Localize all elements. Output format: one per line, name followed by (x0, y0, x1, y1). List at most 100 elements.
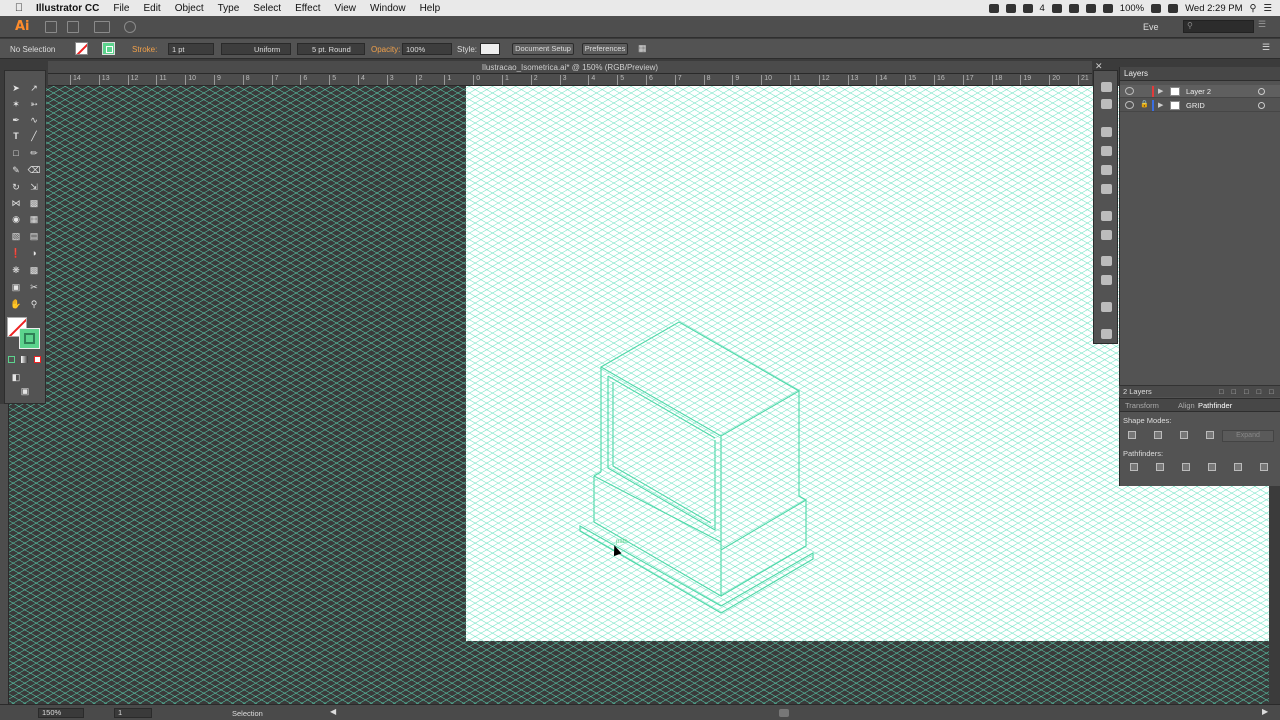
workspace-user[interactable]: Eve (1143, 22, 1159, 32)
selection-tool-icon[interactable]: ➤ (8, 81, 24, 95)
wifi-icon[interactable] (1102, 3, 1113, 13)
horizontal-ruler[interactable]: 14 13 12 11 10 9 8 7 6 5 4 3 2 1 0 1 2 3 4 5 6 7 8 9 10 11 12 13 14 1… (48, 74, 1092, 86)
tab-pathfinder[interactable]: Pathfinder (1198, 401, 1232, 410)
merge-icon[interactable] (1182, 463, 1190, 471)
bridge-icon[interactable] (45, 21, 57, 33)
artboards-icon[interactable] (1101, 302, 1112, 312)
vertical-ruler[interactable] (0, 404, 9, 704)
scale-tool-icon[interactable]: ⇲ (26, 180, 42, 194)
variable-width-profile[interactable]: Uniform (221, 43, 291, 55)
horizontal-scrollbar[interactable] (779, 709, 789, 717)
direct-selection-tool-icon[interactable]: ↗ (26, 81, 42, 95)
stroke-swatch[interactable] (102, 42, 115, 55)
layer-name[interactable]: Layer 2 (1186, 85, 1211, 98)
lasso-tool-icon[interactable]: ➳ (26, 97, 42, 111)
layer-name[interactable]: GRID (1186, 99, 1205, 112)
minus-front-icon[interactable] (1154, 431, 1162, 439)
crop-icon[interactable] (1208, 463, 1216, 471)
screen-mode-icon[interactable]: ▣ (17, 384, 33, 398)
artboard-tool-icon[interactable]: ▣ (8, 280, 24, 294)
stroke-weight-field[interactable]: 1 pt (168, 43, 214, 55)
gradient-panel-icon[interactable] (1101, 165, 1112, 175)
lock-icon[interactable]: 🔒 (1140, 101, 1149, 109)
menu-view[interactable]: View (334, 3, 356, 14)
width-tool-icon[interactable]: ⋈ (8, 196, 24, 210)
stroke-label[interactable]: Stroke: (132, 45, 157, 54)
expand-triangle-icon[interactable]: ▶ (1158, 99, 1163, 112)
visibility-eye-icon[interactable] (1125, 101, 1134, 109)
color-mode-icon[interactable] (8, 356, 15, 363)
camera-icon[interactable] (1051, 3, 1062, 13)
perspective-grid-tool-icon[interactable]: ▦ (26, 212, 42, 226)
blend-tool-icon[interactable]: ◑ (26, 246, 42, 260)
layer-row-layer-2[interactable]: ▶ Layer 2 (1120, 85, 1280, 98)
outline-icon[interactable] (1234, 463, 1242, 471)
cc-libraries-icon[interactable] (1101, 329, 1112, 339)
flag-icon[interactable] (1168, 3, 1179, 13)
search-stock-input[interactable]: ⚲ (1183, 20, 1254, 33)
slice-tool-icon[interactable]: ✂ (26, 280, 42, 294)
menu-edit[interactable]: Edit (143, 3, 160, 14)
mesh-tool-icon[interactable]: ▧ (8, 229, 24, 243)
symbols-icon[interactable] (1101, 256, 1112, 266)
zoom-level-field[interactable]: 150% (38, 708, 84, 718)
menu-window[interactable]: Window (370, 3, 406, 14)
target-icon[interactable] (1258, 88, 1265, 95)
paintbrush-tool-icon[interactable]: ✏ (26, 146, 42, 160)
layer-row-grid[interactable]: 🔒 ▶ GRID (1120, 99, 1280, 112)
creative-cloud-icon[interactable] (1022, 3, 1033, 13)
scroll-right-icon[interactable]: ▶ (1262, 707, 1268, 716)
stroke-color-box[interactable] (19, 328, 40, 349)
appearance-icon[interactable] (1101, 211, 1112, 221)
menu-effect[interactable]: Effect (295, 3, 320, 14)
transparency-icon[interactable] (1101, 184, 1112, 194)
document-setup-button[interactable]: Document Setup (512, 43, 574, 55)
pen-tool-icon[interactable]: ✒ (8, 113, 24, 127)
divide-icon[interactable] (1130, 463, 1138, 471)
column-graph-tool-icon[interactable]: ▩ (26, 263, 42, 277)
menu-help[interactable]: Help (420, 3, 441, 14)
menu-type[interactable]: Type (218, 3, 240, 14)
line-tool-icon[interactable]: ╱ (26, 129, 42, 143)
visibility-eye-icon[interactable] (1125, 87, 1134, 95)
rotate-tool-icon[interactable]: ↻ (8, 180, 24, 194)
scroll-left-icon[interactable]: ◀ (330, 707, 336, 716)
trim-icon[interactable] (1156, 463, 1164, 471)
arrange-documents-icon[interactable] (94, 21, 110, 33)
links-icon[interactable] (1101, 99, 1112, 109)
menu-file[interactable]: File (113, 3, 129, 14)
expand-button[interactable]: Expand (1222, 430, 1274, 442)
none-mode-icon[interactable] (34, 356, 41, 363)
eyedropper-tool-icon[interactable]: ❗ (8, 246, 24, 260)
type-tool-icon[interactable]: T (8, 129, 24, 143)
expand-triangle-icon[interactable]: ▶ (1158, 85, 1163, 98)
layers-panel-title[interactable]: Layers (1120, 67, 1280, 81)
graphic-style-swatch[interactable] (480, 43, 500, 55)
document-tab[interactable]: Ilustracao_Isometrica.ai* @ 150% (RGB/Pr… (48, 61, 1092, 74)
target-icon[interactable] (1258, 102, 1265, 109)
color-guide-icon[interactable] (1101, 275, 1112, 285)
current-tool-status[interactable]: Selection (232, 709, 263, 718)
pencil-tool-icon[interactable]: ✎ (8, 163, 24, 177)
exclude-icon[interactable] (1206, 431, 1214, 439)
screen-icon[interactable] (1068, 3, 1079, 13)
bluetooth-icon[interactable] (1085, 3, 1096, 13)
curvature-tool-icon[interactable]: ∿ (26, 113, 42, 127)
actions-icon[interactable] (1101, 82, 1112, 92)
gradient-mode-icon[interactable] (21, 356, 28, 363)
stock-icon[interactable] (67, 21, 79, 33)
apple-icon[interactable]:  (12, 2, 26, 14)
stroke-panel-icon[interactable] (1101, 146, 1112, 156)
menu-select[interactable]: Select (253, 3, 281, 14)
free-transform-tool-icon[interactable]: ▩ (26, 196, 42, 210)
preferences-button[interactable]: Preferences (582, 43, 628, 55)
dropbox-icon[interactable] (988, 3, 999, 13)
artwork-path[interactable] (579, 525, 814, 614)
gradient-tool-icon[interactable]: ▤ (26, 229, 42, 243)
minus-back-icon[interactable] (1260, 463, 1268, 471)
brush-definition[interactable]: 5 pt. Round (297, 43, 365, 55)
rectangle-tool-icon[interactable]: □ (8, 146, 24, 160)
opacity-label[interactable]: Opacity: (371, 45, 400, 54)
spotlight-icon[interactable]: ⚲ (1250, 3, 1257, 14)
notification-center-icon[interactable]: ☰ (1263, 3, 1272, 14)
